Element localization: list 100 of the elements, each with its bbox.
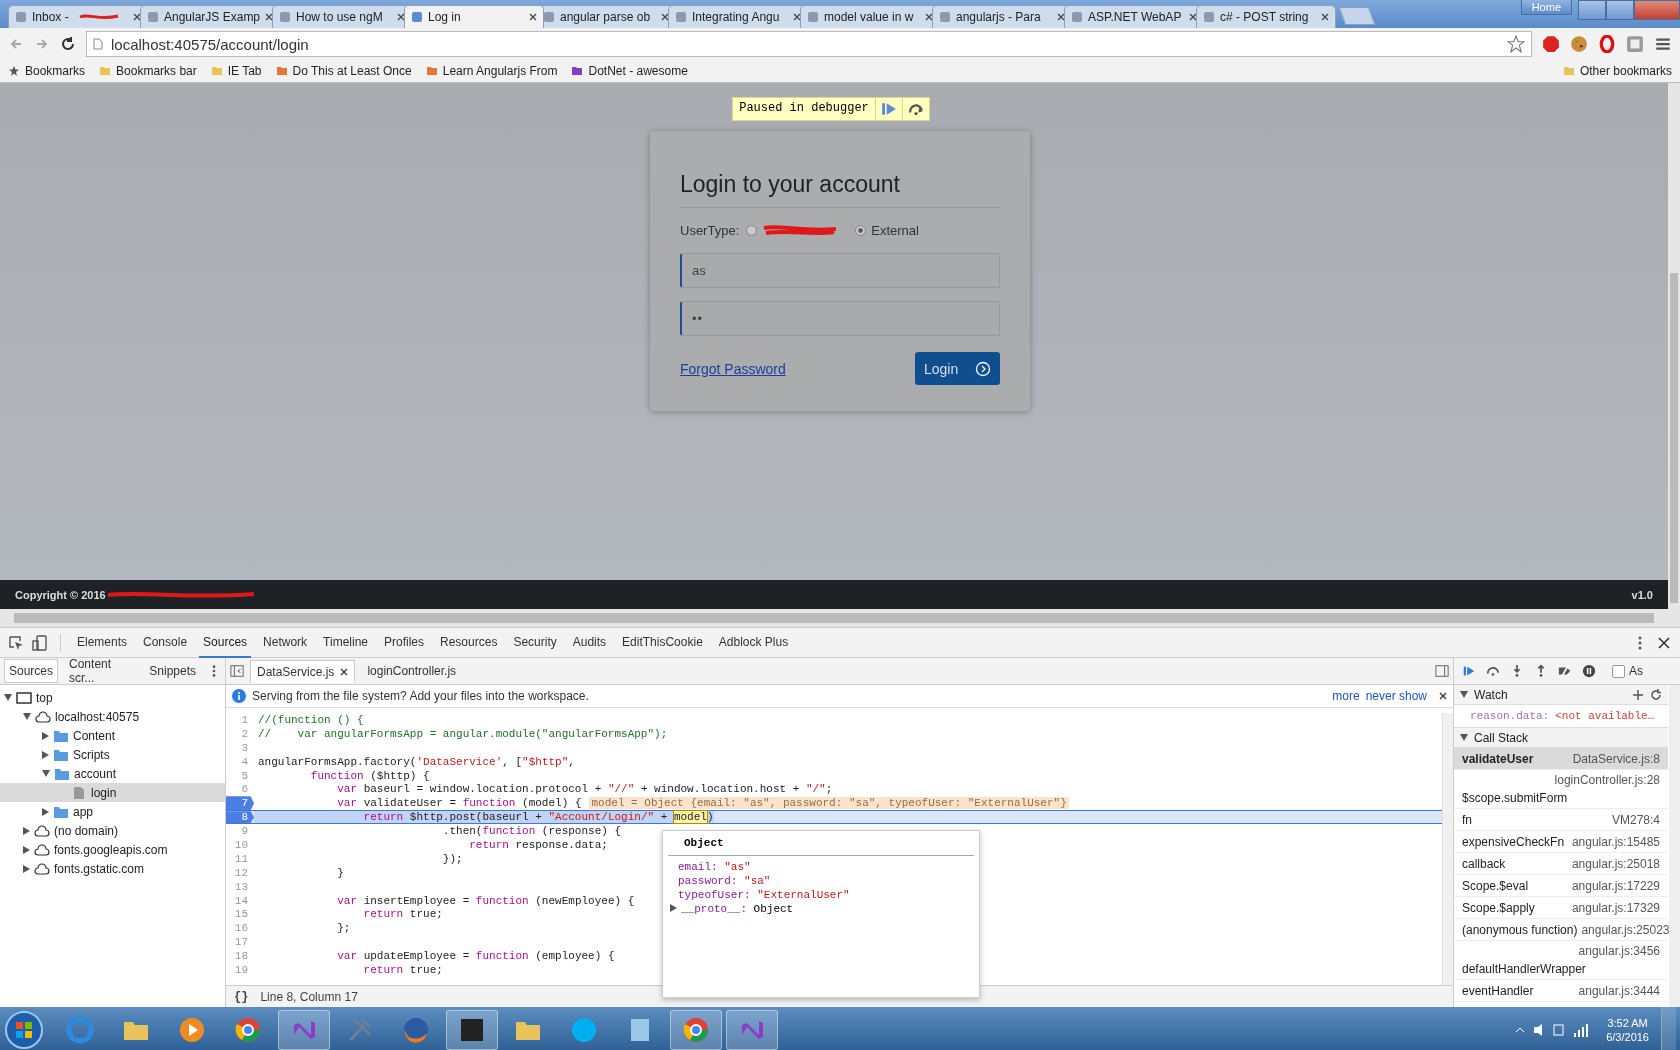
tree-item[interactable]: (no domain) xyxy=(0,821,225,840)
panel-tab[interactable]: Profiles xyxy=(380,627,429,658)
email-field[interactable]: as xyxy=(680,253,1000,288)
disclosure-triangle-icon[interactable] xyxy=(1460,691,1468,698)
menu-icon[interactable] xyxy=(1654,35,1672,53)
navigator-tab[interactable]: Snippets xyxy=(144,659,201,683)
close-icon[interactable] xyxy=(340,667,349,676)
login-title: Login to your account xyxy=(680,171,1000,208)
info-link[interactable]: never show xyxy=(1365,689,1427,703)
info-link[interactable]: more xyxy=(1332,689,1360,703)
ring-icon[interactable] xyxy=(1598,35,1616,53)
banner-text: Paused in debugger xyxy=(738,100,870,117)
scrollbar[interactable] xyxy=(1668,83,1680,609)
format-button[interactable]: {} xyxy=(234,989,249,1004)
inline-value: model = Object {email: "as", password: "sa", typeofUser: "ExternalUser"} xyxy=(589,797,1069,810)
disclosure-triangle-icon[interactable] xyxy=(23,845,30,854)
call-frame[interactable]: Scope.$eval angular.js:17229 xyxy=(1454,875,1668,897)
code-line: }); xyxy=(441,852,463,865)
disclosure-triangle-icon[interactable] xyxy=(4,694,12,701)
call-frame[interactable]: callback angular.js:25018 xyxy=(1454,853,1668,875)
tree-item[interactable]: app xyxy=(0,802,225,821)
panel-tab[interactable]: Network xyxy=(259,627,312,658)
address-bar[interactable]: localhost:40575/account/login xyxy=(86,31,1532,57)
resume-icon[interactable] xyxy=(1462,664,1476,678)
call-frame[interactable]: (anonymous function) angular.js:25023 xyxy=(1454,919,1668,941)
stop-sign-icon[interactable] xyxy=(1542,35,1560,53)
scrollbar[interactable] xyxy=(1442,713,1453,985)
disclosure-triangle-icon[interactable] xyxy=(23,826,30,835)
file-tab[interactable]: loginController.js xyxy=(361,660,463,682)
file-tab[interactable]: DataService.js xyxy=(250,659,356,683)
sidebar-toggle-icon[interactable] xyxy=(230,664,244,678)
refresh-icon[interactable] xyxy=(1650,688,1662,701)
folder-icon xyxy=(53,747,69,762)
call-frame[interactable]: expensiveCheckFn angular.js:15485 xyxy=(1454,831,1668,853)
bookmark[interactable]: Do This at Least Once xyxy=(275,64,412,78)
navigator-tab[interactable]: Sources xyxy=(4,659,59,683)
code-line: // var angularFormsApp = angular.module("angularFormsApp"); xyxy=(257,727,668,740)
deactivate-breakpoints-icon[interactable] xyxy=(1558,664,1572,678)
tree-item[interactable]: fonts.gstatic.com xyxy=(0,859,225,878)
close-icon[interactable] xyxy=(529,13,537,21)
step-over-icon[interactable] xyxy=(1486,664,1500,678)
start-button[interactable] xyxy=(4,1009,44,1050)
call-frame[interactable]: validateUser DataService.js:8 xyxy=(1454,748,1668,770)
panel-tab[interactable]: Timeline xyxy=(319,627,372,658)
tree-item[interactable]: top xyxy=(0,688,225,707)
pause-icon[interactable] xyxy=(1582,664,1596,678)
tree-item[interactable]: Content xyxy=(0,726,225,745)
tree-item[interactable]: login xyxy=(0,783,225,802)
disclosure-triangle-icon[interactable] xyxy=(670,904,677,912)
checkbox[interactable] xyxy=(1612,664,1625,678)
password-field[interactable]: •• xyxy=(680,301,1000,336)
disclosure-triangle-icon[interactable] xyxy=(1460,734,1468,741)
panel-tab[interactable]: Audits xyxy=(568,627,611,658)
bookmark[interactable]: Other bookmarks xyxy=(1562,64,1672,78)
line-number[interactable]: 7 xyxy=(226,796,254,811)
copyright-text: Copyright © 2016 xyxy=(15,588,106,601)
bookmark[interactable]: DotNet - awesome xyxy=(571,64,688,78)
taskbar-app[interactable] xyxy=(446,1009,498,1050)
inspect-icon[interactable] xyxy=(8,634,24,651)
call-frame[interactable]: Scope.$apply angular.js:17329 xyxy=(1454,897,1668,919)
scrollbar[interactable] xyxy=(1669,685,1680,1007)
panel-tab[interactable]: Resources xyxy=(436,627,502,658)
close-icon[interactable] xyxy=(1321,13,1329,21)
tree-item[interactable]: localhost:40575 xyxy=(0,707,225,726)
radio-button[interactable] xyxy=(855,224,867,236)
disclosure-triangle-icon[interactable] xyxy=(23,713,31,720)
star-icon[interactable] xyxy=(1507,35,1525,53)
cursor-position: Line 8, Column 17 xyxy=(260,989,358,1004)
panel-tab[interactable]: Console xyxy=(139,627,192,658)
panel-tab[interactable]: EditThisCookie xyxy=(618,627,707,658)
forgot-password-link[interactable]: Forgot Password xyxy=(680,360,786,377)
panel-tab[interactable]: Security xyxy=(509,627,561,658)
cookie-icon[interactable] xyxy=(1570,35,1588,53)
line-number[interactable]: 8 xyxy=(226,811,254,824)
bookmark[interactable]: Learn Angularjs From xyxy=(425,64,558,78)
window-controls[interactable] xyxy=(1578,0,1680,20)
call-frame[interactable]: fn VM278:4 xyxy=(1454,809,1668,831)
sidebar-toggle-icon[interactable] xyxy=(1435,664,1449,678)
radio-button[interactable] xyxy=(746,224,758,236)
device-icon[interactable] xyxy=(32,634,48,651)
close-icon[interactable] xyxy=(1656,634,1672,651)
login-button[interactable]: Login xyxy=(915,352,1000,385)
tree-item[interactable]: fonts.googleapis.com xyxy=(0,840,225,859)
bookmark[interactable]: IE Tab xyxy=(210,64,262,78)
bookmark[interactable]: Bookmarks bar xyxy=(99,64,197,78)
scrollbar[interactable] xyxy=(0,609,1680,627)
reload-icon[interactable] xyxy=(60,36,76,52)
browser-tab[interactable]: Log in xyxy=(404,5,544,28)
disclosure-triangle-icon[interactable] xyxy=(23,864,30,873)
bookmark[interactable]: Bookmarks xyxy=(8,64,86,78)
close-icon[interactable] xyxy=(1439,692,1447,700)
browser-tab[interactable]: c# - POST string xyxy=(1196,5,1336,28)
call-frame[interactable]: eventHandler angular.js:3444 xyxy=(1454,980,1668,1002)
panel-tab[interactable]: Adblock Plus xyxy=(714,627,793,658)
page-icon xyxy=(675,11,687,23)
add-icon[interactable] xyxy=(1632,688,1644,701)
tree-item[interactable]: Scripts xyxy=(0,745,225,764)
page-icon xyxy=(543,11,555,23)
frame-icon[interactable] xyxy=(1626,35,1644,53)
object-property[interactable]: __proto__: Object xyxy=(668,902,974,916)
